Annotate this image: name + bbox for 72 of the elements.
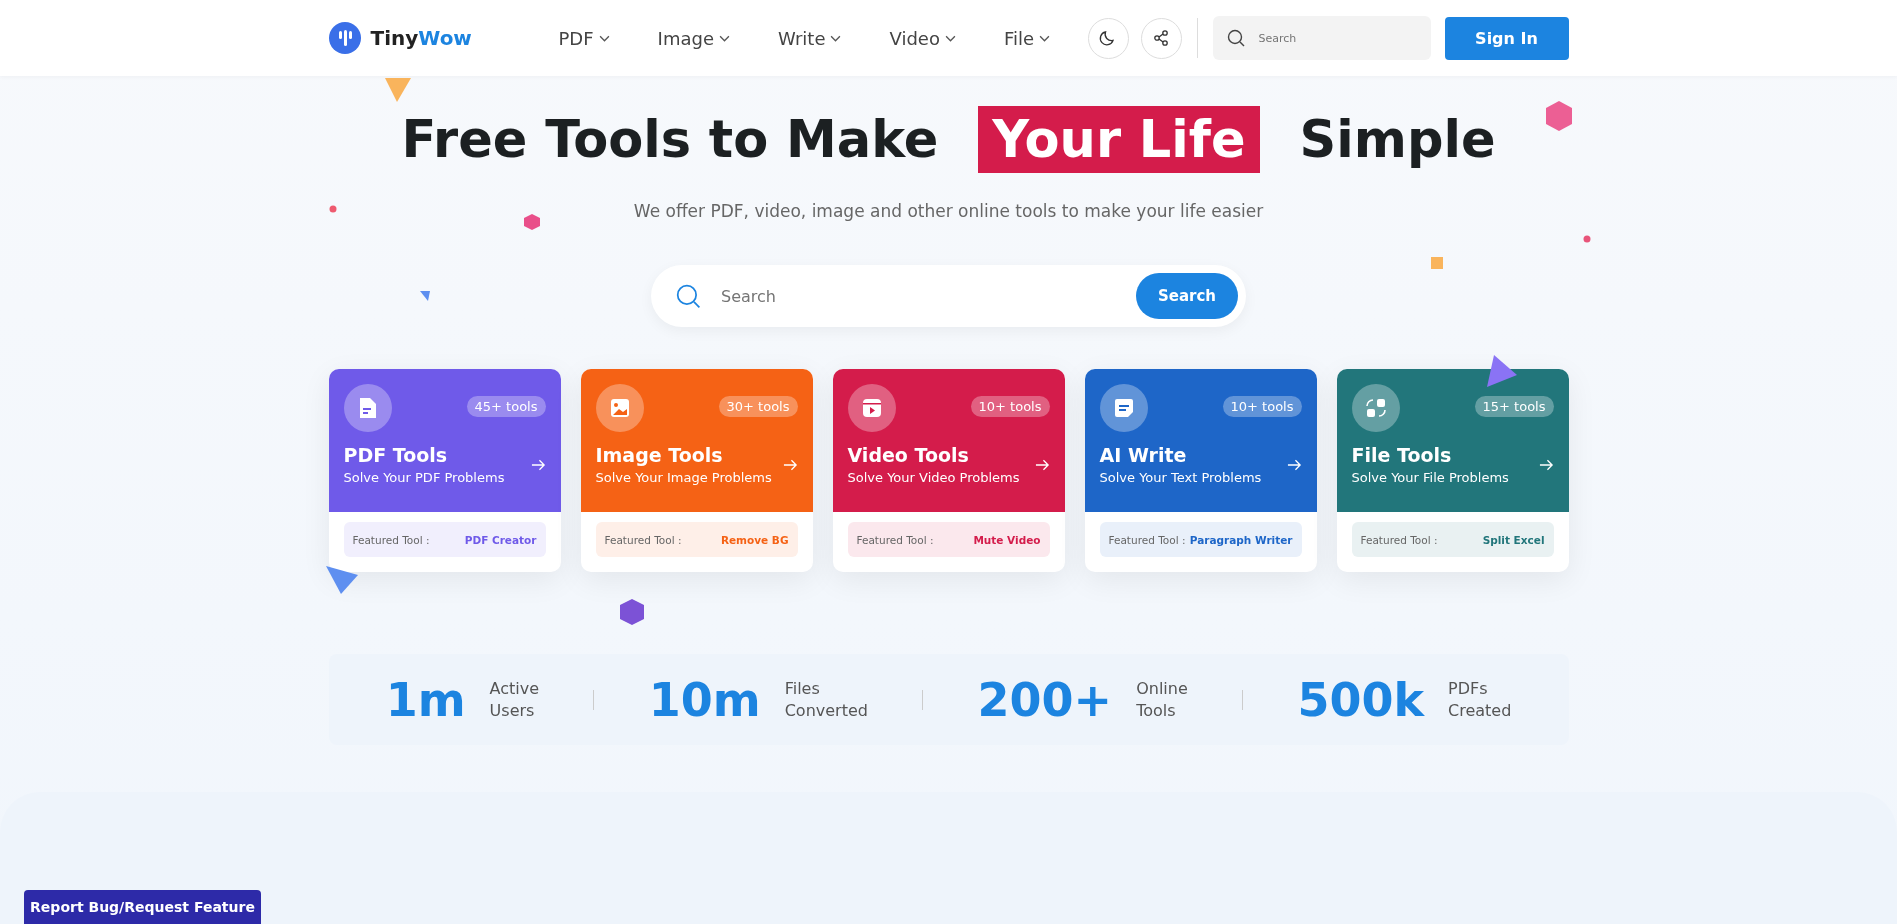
stat-value: 500k — [1297, 672, 1424, 727]
arrow-right-icon — [1538, 458, 1554, 471]
hero-subtitle: We offer PDF, video, image and other online tools to make your life easier — [633, 201, 1264, 221]
search-field[interactable]: Search — [1212, 16, 1431, 60]
card-title: Image Tools — [595, 444, 724, 466]
stat-label: Active Users — [489, 677, 540, 722]
stat-value: 1m — [385, 672, 466, 727]
hero-title: Free Tools to Make Your Life Simple — [401, 106, 1496, 173]
stat-value: 10m — [648, 672, 761, 727]
tool-count-badge: 10+ tools — [970, 396, 1050, 417]
chat-icon — [1099, 384, 1148, 432]
arrow-right-icon — [782, 458, 798, 471]
chevron-down-icon — [830, 34, 842, 42]
logo-icon — [328, 22, 361, 54]
tool-count-badge: 30+ tools — [718, 396, 798, 417]
tool-count-badge: 15+ tools — [1474, 396, 1554, 417]
logo-text[interactable]: TinyWow — [370, 26, 472, 50]
featured-tool-link[interactable]: Featured Tool : Paragraph Writer — [1099, 522, 1302, 557]
card-subtitle: Solve Your Image Problems — [595, 470, 772, 485]
decorative-square — [1429, 256, 1444, 270]
decorative-dot — [328, 205, 337, 213]
card-subtitle: Solve Your Text Problems — [1099, 470, 1262, 485]
card-title: File Tools — [1351, 444, 1453, 466]
card-title: PDF Tools — [343, 444, 449, 466]
featured-tool-link[interactable]: Featured Tool : PDF Creator — [343, 522, 546, 557]
arrow-right-icon — [530, 458, 546, 471]
report-bug-button[interactable]: Report Bug/Request Feature — [24, 890, 261, 924]
tool-count-badge: 45+ tools — [466, 396, 546, 417]
chevron-down-icon — [1039, 34, 1051, 42]
nav-menu-item[interactable]: Video — [889, 27, 956, 49]
decorative-triangle — [382, 76, 413, 104]
tool-category-card[interactable]: 15+ tools File Tools Solve Your File Problems Featured Tool : Split Excel — [1336, 369, 1569, 572]
video-icon — [847, 384, 896, 432]
sign-in-button[interactable]: Sign In — [1444, 16, 1569, 60]
tool-count-badge: 10+ tools — [1222, 396, 1302, 417]
search-button[interactable]: Search — [1136, 273, 1238, 319]
card-subtitle: Solve Your PDF Problems — [343, 470, 505, 485]
chevron-down-icon — [944, 34, 956, 42]
stat-label: PDFs Created — [1448, 677, 1512, 722]
tool-category-card[interactable]: 10+ tools AI Write Solve Your Text Problems Featured Tool : Paragraph Writer — [1084, 369, 1317, 572]
card-subtitle: Solve Your File Problems — [1351, 470, 1509, 485]
chevron-down-icon — [598, 34, 610, 42]
share-button[interactable] — [1140, 17, 1182, 59]
arrow-right-icon — [1286, 458, 1302, 471]
card-subtitle: Solve Your Video Problems — [847, 470, 1020, 485]
featured-tool-link[interactable]: Featured Tool : Remove BG — [595, 522, 798, 557]
document-icon — [343, 384, 392, 432]
card-title: Video Tools — [847, 444, 970, 466]
dark-mode-button[interactable] — [1087, 17, 1129, 59]
tool-category-card[interactable]: 10+ tools Video Tools Solve Your Video Problems Featured Tool : Mute Video — [832, 369, 1065, 572]
decorative-triangle — [418, 290, 431, 302]
stat-label: Files Converted — [784, 677, 868, 722]
featured-tool-link[interactable]: Featured Tool : Split Excel — [1351, 522, 1554, 557]
nav-menu-item[interactable]: Image — [657, 27, 730, 49]
stat-label: Online Tools — [1136, 677, 1188, 722]
featured-tool-link[interactable]: Featured Tool : Mute Video — [847, 522, 1050, 557]
convert-icon — [1351, 384, 1400, 432]
decorative-dot — [1582, 235, 1591, 243]
search-bar[interactable]: Search Search — [651, 265, 1246, 327]
stat-value: 200+ — [977, 672, 1113, 727]
image-icon — [595, 384, 644, 432]
card-title: AI Write — [1099, 444, 1188, 466]
share-icon — [1151, 28, 1171, 48]
tool-category-card[interactable]: 30+ tools Image Tools Solve Your Image Problems Featured Tool : Remove BG — [580, 369, 813, 572]
chevron-down-icon — [718, 34, 730, 42]
search-icon — [675, 283, 701, 309]
nav-menu-item[interactable]: File — [1003, 27, 1051, 49]
nav-menu-item[interactable]: Write — [777, 27, 842, 49]
arrow-right-icon — [1034, 458, 1050, 471]
search-icon — [1225, 28, 1246, 48]
nav-menu-item[interactable]: PDF — [558, 27, 610, 49]
tool-category-card[interactable]: 45+ tools PDF Tools Solve Your PDF Problems Featured Tool : PDF Creator — [328, 369, 561, 572]
